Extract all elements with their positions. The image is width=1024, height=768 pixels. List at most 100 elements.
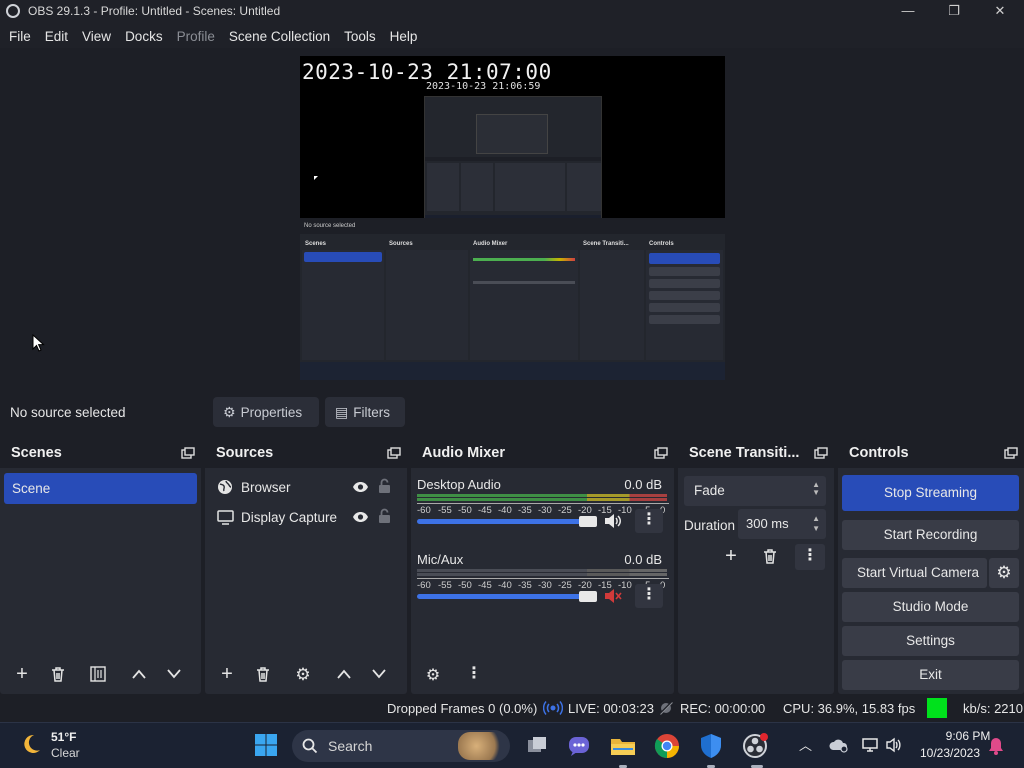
speaker-muted-icon[interactable]: [604, 588, 622, 604]
source-properties-button[interactable]: ⚙: [288, 661, 318, 689]
undock-icon[interactable]: [181, 447, 195, 459]
task-view-icon[interactable]: [522, 731, 552, 761]
scene-transitions-dock: Scene Transiti... Fade ▲ ▼ Duration 300 m…: [678, 438, 834, 694]
add-transition-button[interactable]: +: [716, 544, 746, 570]
scenes-dock: Scenes Scene +: [0, 438, 201, 694]
menu-edit[interactable]: Edit: [38, 29, 75, 44]
exit-button[interactable]: Exit: [842, 660, 1019, 690]
teams-chat-icon[interactable]: [564, 731, 594, 761]
show-hidden-icons-chevron-icon[interactable]: ︿: [799, 735, 812, 754]
title-bar: OBS 29.1.3 - Profile: Untitled - Scenes:…: [0, 0, 1024, 24]
move-source-down-button[interactable]: [364, 661, 394, 689]
scene-filters-button[interactable]: [83, 661, 113, 689]
studio-mode-button[interactable]: Studio Mode: [842, 592, 1019, 622]
transition-select[interactable]: Fade ▲ ▼: [684, 476, 826, 506]
stop-streaming-button[interactable]: Stop Streaming: [842, 475, 1019, 511]
menu-tools[interactable]: Tools: [337, 29, 383, 44]
chrome-icon[interactable]: [652, 731, 682, 761]
channel-db: 0.0 dB: [624, 477, 662, 492]
volume-slider-handle[interactable]: [579, 516, 597, 527]
live-broadcast-icon: [543, 701, 563, 715]
menu-view[interactable]: View: [75, 29, 118, 44]
filter-icon: [90, 666, 106, 682]
transition-menu-button[interactable]: ⋮: [795, 544, 825, 570]
speaker-icon[interactable]: [604, 513, 622, 529]
obs-icon[interactable]: [740, 731, 770, 761]
remove-scene-button[interactable]: [43, 661, 73, 689]
gear-icon: ⚙: [996, 563, 1012, 582]
trash-icon: [764, 549, 776, 564]
nested-taskbar: [300, 362, 725, 380]
duration-spinbox[interactable]: 300 ms ▲ ▼: [738, 509, 826, 539]
minimize-button[interactable]: —: [885, 0, 931, 24]
undock-icon[interactable]: [387, 447, 401, 459]
taskbar-search[interactable]: Search: [292, 730, 510, 762]
scenes-title: Scenes: [11, 445, 62, 461]
virtual-camera-settings-button[interactable]: ⚙: [989, 558, 1019, 588]
weather-temp[interactable]: 51°F: [51, 730, 76, 744]
volume-slider-handle[interactable]: [579, 591, 597, 602]
maximize-button[interactable]: ❐: [931, 0, 977, 24]
start-virtual-camera-button[interactable]: Start Virtual Camera: [842, 558, 987, 588]
add-source-button[interactable]: +: [212, 661, 242, 689]
mixer-menu-button[interactable]: ⋮: [459, 661, 489, 689]
remove-transition-button[interactable]: [755, 544, 785, 570]
source-item-browser[interactable]: Browser: [211, 473, 401, 501]
filters-button[interactable]: ▤ Filters: [325, 397, 405, 427]
eye-icon[interactable]: [352, 481, 369, 493]
start-recording-button[interactable]: Start Recording: [842, 520, 1019, 550]
move-scene-down-button[interactable]: [159, 661, 189, 689]
scene-item[interactable]: Scene: [4, 473, 197, 504]
nested-dock-controls: Controls: [646, 238, 723, 360]
volume-slider[interactable]: [417, 519, 597, 524]
status-bar: Dropped Frames 0 (0.0%) LIVE: 00:03:23 R…: [0, 694, 1024, 722]
add-scene-button[interactable]: +: [7, 661, 37, 689]
program-preview[interactable]: 2023-10-23 21:07:00 2023-10-23 21:06:59 …: [300, 56, 725, 380]
settings-button[interactable]: Settings: [842, 626, 1019, 656]
menu-help[interactable]: Help: [383, 29, 425, 44]
live-time: LIVE: 00:03:23: [568, 701, 655, 716]
preview-area[interactable]: 2023-10-23 21:07:00 2023-10-23 21:06:59 …: [0, 48, 1024, 390]
nested-dock-transitions: Scene Transiti...: [580, 238, 644, 360]
weather-desc[interactable]: Clear: [51, 746, 80, 760]
source-item-display-capture[interactable]: Display Capture: [211, 503, 401, 531]
gears-icon: ⚙: [425, 667, 441, 684]
properties-button[interactable]: ⚙ Properties: [213, 397, 319, 427]
undock-icon[interactable]: [1004, 447, 1018, 459]
notification-bell-icon[interactable]: [988, 737, 1004, 755]
volume-icon[interactable]: [885, 736, 903, 754]
undock-icon[interactable]: [654, 447, 668, 459]
close-button[interactable]: ✕: [977, 0, 1023, 24]
spin-arrows-icon[interactable]: ▲ ▼: [812, 514, 820, 534]
defender-icon[interactable]: [696, 731, 726, 761]
channel-menu-button[interactable]: ⋮: [635, 509, 663, 533]
controls-dock: Controls Stop Streaming Start Recording …: [838, 438, 1024, 694]
dropped-frames: Dropped Frames 0 (0.0%): [387, 701, 538, 716]
menu-docks[interactable]: Docks: [118, 29, 170, 44]
source-toolbar: No source selected ⚙ Properties ▤ Filter…: [0, 390, 1024, 436]
moon-icon[interactable]: [20, 733, 42, 755]
clock-date[interactable]: 10/23/2023: [915, 746, 985, 760]
eye-icon[interactable]: [352, 511, 369, 523]
menu-file[interactable]: File: [2, 29, 38, 44]
move-scene-up-button[interactable]: [124, 661, 154, 689]
menu-scene-collection[interactable]: Scene Collection: [222, 29, 337, 44]
volume-slider[interactable]: [417, 594, 597, 599]
remove-source-button[interactable]: [248, 661, 278, 689]
move-source-up-button[interactable]: [329, 661, 359, 689]
globe-icon: [218, 480, 232, 494]
onedrive-icon[interactable]: [829, 737, 849, 753]
lock-icon[interactable]: [378, 508, 391, 523]
lock-icon[interactable]: [378, 478, 391, 493]
network-icon[interactable]: [861, 736, 879, 754]
source-label: Browser: [241, 480, 291, 495]
folder-icon[interactable]: [608, 731, 638, 761]
windows-start-icon[interactable]: [254, 733, 278, 757]
menu-profile[interactable]: Profile: [170, 29, 222, 44]
nested-dock-scenes: Scenes: [302, 238, 384, 360]
undock-icon[interactable]: [814, 447, 828, 459]
advanced-audio-button[interactable]: ⚙: [418, 661, 448, 689]
channel-menu-button[interactable]: ⋮: [635, 584, 663, 608]
bitrate: kb/s: 2210: [963, 701, 1023, 716]
window-title: OBS 29.1.3 - Profile: Untitled - Scenes:…: [28, 4, 281, 18]
